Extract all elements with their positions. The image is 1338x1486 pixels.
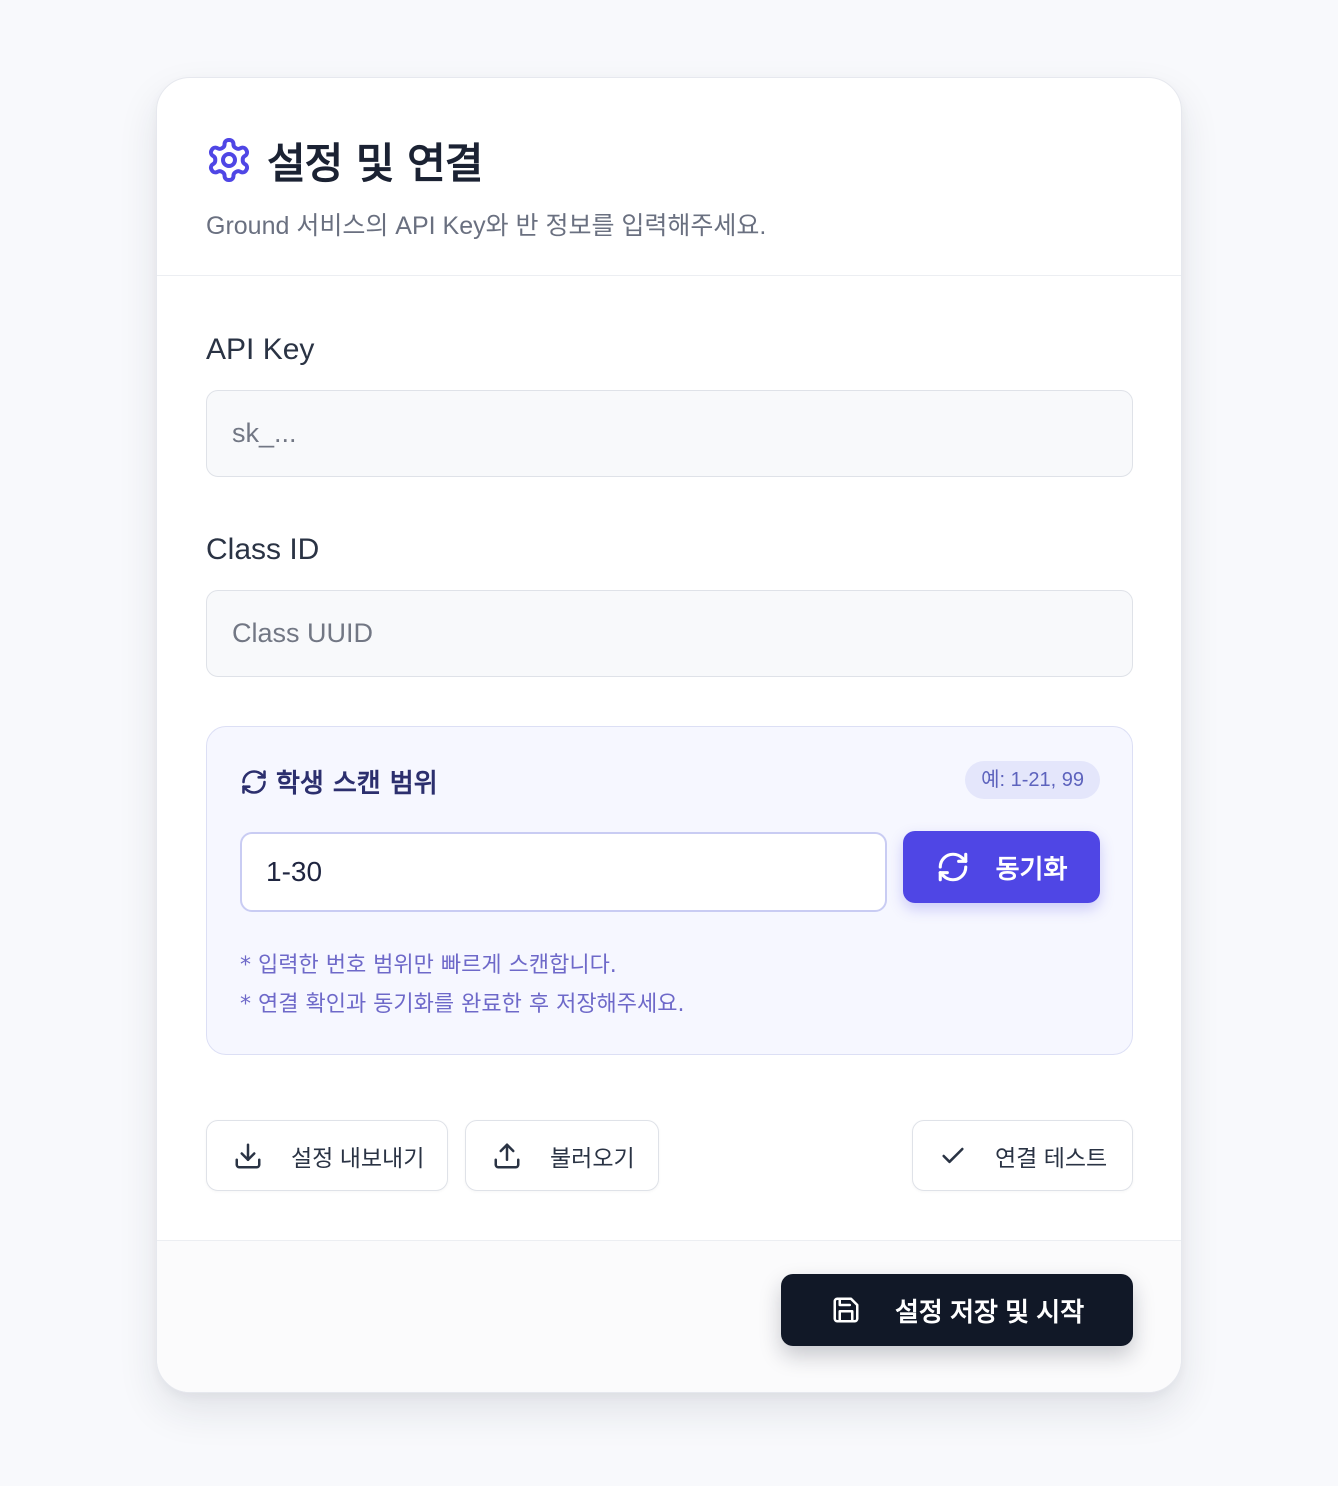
scan-range-header: 학생 스캔 범위 [240,763,438,800]
import-settings-button[interactable]: 불러오기 [465,1120,659,1191]
refresh-icon [240,768,268,796]
import-settings-label: 불러오기 [550,1144,635,1171]
example-badge: 예: 1-21, 99 [965,761,1100,799]
api-key-label: API Key [206,333,315,366]
scan-range-input[interactable] [240,832,887,912]
page-title: 설정 및 연결 [267,138,483,188]
connection-test-button[interactable]: 연결 테스트 [912,1120,1133,1191]
save-and-start-button[interactable]: 설정 저장 및 시작 [781,1274,1133,1346]
connection-test-label: 연결 테스트 [995,1144,1108,1171]
check-icon [939,1142,967,1170]
class-id-input[interactable] [206,590,1133,677]
title-row: 설정 및 연결 [205,132,483,188]
sync-button-label: 동기화 [995,853,1068,884]
scan-range-panel: 학생 스캔 범위 예: 1-21, 99 동기화 * 입력한 번호 범위만 빠르… [206,726,1133,1055]
page-subtitle: Ground 서비스의 API Key와 반 정보를 입력해주세요. [206,212,767,240]
scan-note: * 연결 확인과 동기화를 완료한 후 저장해주세요. [240,992,685,1017]
scan-note: * 입력한 번호 범위만 빠르게 스캔합니다. [240,953,617,978]
card-footer: 설정 저장 및 시작 [157,1240,1181,1392]
export-settings-label: 설정 내보내기 [291,1144,425,1171]
refresh-icon [936,850,970,884]
export-settings-button[interactable]: 설정 내보내기 [206,1120,448,1191]
gear-icon [205,136,253,184]
class-id-label: Class ID [206,533,320,566]
settings-card: 설정 및 연결 Ground 서비스의 API Key와 반 정보를 입력해주세… [156,77,1182,1393]
sync-button[interactable]: 동기화 [903,831,1100,903]
save-icon [831,1295,861,1325]
download-icon [233,1141,263,1171]
card-header: 설정 및 연결 Ground 서비스의 API Key와 반 정보를 입력해주세… [157,78,1181,276]
scan-range-title: 학생 스캔 범위 [276,769,438,799]
upload-icon [492,1141,522,1171]
api-key-input[interactable] [206,390,1133,477]
save-and-start-label: 설정 저장 및 시작 [895,1296,1085,1327]
